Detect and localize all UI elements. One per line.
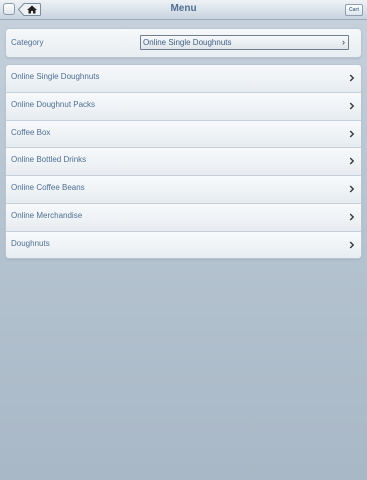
list-item-label: Online Doughnut Packs (11, 99, 96, 109)
category-select[interactable]: Online Single Doughnuts › (140, 35, 349, 50)
list-item-label: Online Merchandise (11, 210, 83, 220)
chevron-right-icon (349, 241, 355, 249)
list-item-online-single-doughnuts[interactable]: Online Single Doughnuts (6, 65, 361, 93)
list-item-doughnuts[interactable]: Doughnuts (6, 231, 361, 258)
menu-list: Online Single Doughnuts Online Doughnut … (5, 64, 362, 259)
category-panel: Category Online Single Doughnuts › (5, 28, 362, 58)
chevron-right-icon: › (342, 37, 345, 47)
list-item-label: Online Bottled Drinks (11, 155, 87, 165)
top-bar: Menu Cart (0, 0, 367, 20)
category-label: Category (11, 38, 44, 47)
chevron-right-icon (349, 185, 355, 193)
list-item-label: Doughnuts (11, 238, 50, 248)
chevron-right-icon (349, 102, 355, 110)
list-item-online-doughnut-packs[interactable]: Online Doughnut Packs (6, 92, 361, 121)
chevron-right-icon (349, 130, 355, 138)
chevron-right-icon (349, 157, 355, 165)
list-item-online-coffee-beans[interactable]: Online Coffee Beans (6, 176, 361, 204)
chevron-right-icon (349, 213, 355, 221)
list-item-label: Coffee Box (11, 127, 51, 137)
category-selected-value: Online Single Doughnuts (143, 38, 232, 47)
chevron-right-icon (349, 74, 355, 82)
list-item-online-merchandise[interactable]: Online Merchandise (6, 203, 361, 232)
list-item-coffee-box[interactable]: Coffee Box (6, 120, 361, 149)
list-item-label: Online Coffee Beans (11, 183, 85, 193)
list-item-label: Online Single Doughnuts (11, 72, 100, 81)
list-item-online-bottled-drinks[interactable]: Online Bottled Drinks (6, 148, 361, 177)
cart-button[interactable]: Cart (345, 4, 363, 16)
page-title: Menu (170, 3, 197, 14)
